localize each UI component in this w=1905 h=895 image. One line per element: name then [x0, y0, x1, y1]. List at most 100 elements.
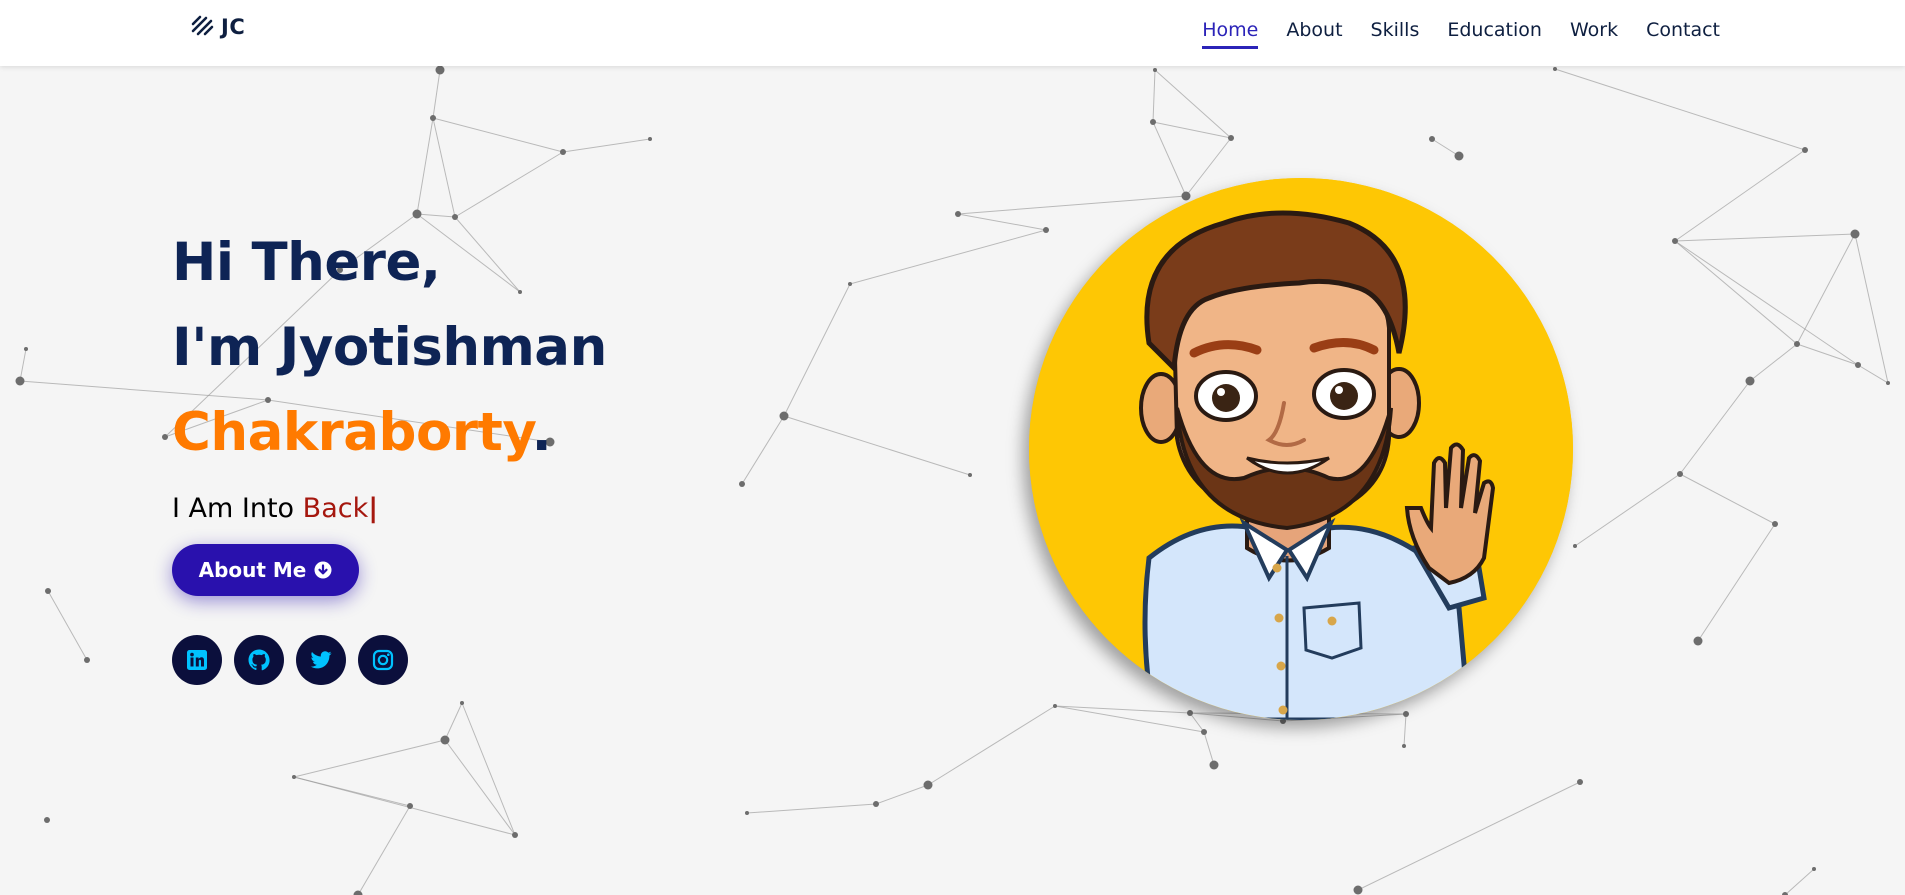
- network-edge: [1574, 473, 1681, 547]
- network-node: [1454, 151, 1464, 161]
- network-edge: [357, 805, 411, 895]
- network-edge: [927, 705, 1056, 786]
- network-edge: [783, 283, 851, 417]
- network-node: [412, 209, 422, 219]
- greeting-line-2: I'm Jyotishman: [172, 317, 607, 378]
- network-edge: [1679, 380, 1751, 475]
- network-node: [1850, 229, 1860, 239]
- network-edge: [1796, 233, 1856, 345]
- network-node: [15, 376, 25, 386]
- network-node: [648, 137, 652, 141]
- network-node: [1403, 711, 1409, 717]
- network-node: [1577, 779, 1583, 785]
- network-node: [1053, 704, 1057, 708]
- network-node: [1209, 760, 1219, 770]
- network-edge: [47, 590, 88, 661]
- network-node: [1812, 867, 1816, 871]
- network-edge: [1749, 343, 1798, 382]
- network-node: [435, 65, 445, 75]
- network-edge: [957, 195, 1187, 215]
- network-node: [407, 803, 413, 809]
- network-edge: [432, 69, 441, 119]
- network-edge: [293, 776, 411, 807]
- network-node: [440, 735, 450, 745]
- nav-link-about[interactable]: About: [1286, 19, 1342, 49]
- twitter-icon: [310, 651, 332, 669]
- network-edge: [293, 739, 446, 778]
- network-edge: [1431, 138, 1460, 157]
- nav-link-work[interactable]: Work: [1570, 19, 1618, 49]
- network-edge: [1674, 149, 1806, 242]
- network-node: [873, 801, 879, 807]
- about-me-button[interactable]: About Me: [172, 544, 359, 596]
- typed-prefix: I Am Into: [172, 493, 303, 524]
- github-icon: [248, 649, 270, 671]
- network-node: [1573, 544, 1577, 548]
- network-edge: [1154, 69, 1232, 139]
- network-node: [1672, 238, 1678, 244]
- nav-link-education[interactable]: Education: [1447, 19, 1542, 49]
- network-node: [84, 657, 90, 663]
- network-edge: [444, 702, 463, 741]
- network-node: [1745, 376, 1755, 386]
- last-name: Chakraborty: [172, 402, 532, 463]
- network-node: [45, 588, 51, 594]
- network-node: [1794, 341, 1800, 347]
- greeting-period: .: [531, 402, 552, 463]
- network-edge: [432, 117, 456, 218]
- network-node: [292, 775, 296, 779]
- hero-section: Hi There, I'm Jyotishman Chakraborty. I …: [172, 220, 607, 685]
- network-edge: [461, 702, 516, 836]
- network-node: [1402, 744, 1406, 748]
- network-node: [1677, 471, 1683, 477]
- network-edge: [1674, 240, 1859, 366]
- nav-links: Home About Skills Education Work Contact: [1202, 19, 1720, 49]
- twitter-link[interactable]: [296, 635, 346, 685]
- greeting-line-1: Hi There,: [172, 232, 441, 293]
- network-edge: [1185, 137, 1232, 197]
- network-node: [1043, 227, 1049, 233]
- network-edge: [432, 117, 564, 153]
- avatar: [1029, 178, 1573, 720]
- network-edge: [1697, 523, 1776, 642]
- typing-cursor: |: [368, 493, 379, 524]
- network-edge: [875, 784, 929, 805]
- about-me-label: About Me: [198, 558, 307, 582]
- network-node: [1150, 119, 1156, 125]
- network-node: [968, 473, 972, 477]
- network-node: [44, 817, 50, 823]
- network-node: [1228, 135, 1234, 141]
- network-edge: [957, 213, 1047, 231]
- network-node: [1886, 381, 1890, 385]
- brand-logo[interactable]: JC: [190, 15, 245, 39]
- network-node: [739, 481, 745, 487]
- logo-icon: [191, 15, 214, 36]
- network-node: [512, 832, 518, 838]
- network-edge: [1357, 781, 1581, 891]
- navbar: JC Home About Skills Education Work Cont…: [0, 0, 1905, 66]
- network-edge: [1152, 121, 1232, 139]
- network-edge: [19, 348, 27, 382]
- network-edge: [741, 415, 785, 485]
- arrow-circle-down-icon: [314, 561, 332, 579]
- network-node: [1153, 68, 1157, 72]
- network-node: [1181, 191, 1191, 201]
- network-node: [353, 890, 363, 895]
- network-edge: [1152, 121, 1187, 197]
- network-edge: [849, 229, 1047, 285]
- network-edge: [562, 138, 651, 153]
- nav-link-contact[interactable]: Contact: [1646, 19, 1720, 49]
- network-node: [1802, 147, 1808, 153]
- instagram-link[interactable]: [358, 635, 408, 685]
- nav-link-skills[interactable]: Skills: [1371, 19, 1420, 49]
- network-edge: [746, 803, 877, 814]
- linkedin-link[interactable]: [172, 635, 222, 685]
- github-link[interactable]: [234, 635, 284, 685]
- network-edge: [1857, 364, 1889, 384]
- network-node: [24, 347, 28, 351]
- network-node: [1429, 136, 1435, 142]
- network-edge: [1189, 712, 1205, 733]
- nav-link-home[interactable]: Home: [1202, 19, 1259, 49]
- network-node: [779, 411, 789, 421]
- instagram-icon: [372, 649, 394, 671]
